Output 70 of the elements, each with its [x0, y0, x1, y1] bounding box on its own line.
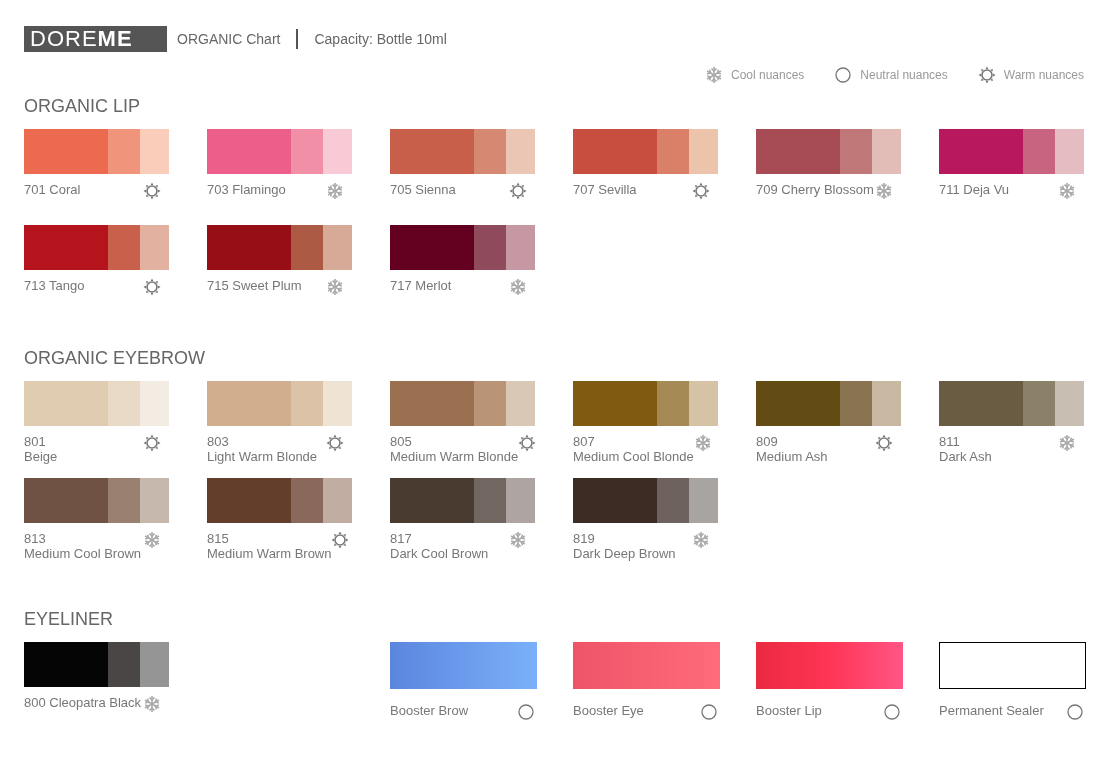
shade-name: Medium Cool Brown [24, 546, 142, 561]
section-title: EYELINER [24, 609, 115, 630]
chart-title: ORGANIC Chart [177, 31, 281, 47]
snowflake-icon [1058, 182, 1076, 200]
legend-label: Cool nuances [730, 68, 805, 82]
circle-icon [1066, 703, 1084, 721]
brand-logo: DOREME [24, 26, 167, 52]
shade-code: 817 [390, 531, 413, 546]
shade-name: 709 Cherry Blossom [756, 182, 874, 197]
shade-name: Light Warm Blonde [207, 449, 318, 464]
snowflake-icon [509, 278, 527, 296]
circle-icon [834, 66, 853, 84]
shade-name: Medium Ash [756, 449, 828, 464]
snowflake-icon [875, 182, 893, 200]
shade-code: 805 [390, 434, 413, 449]
product-name: Permanent Sealer [939, 703, 1044, 718]
sun-icon [326, 434, 344, 452]
legend-label: Neutral nuances [860, 68, 948, 82]
sun-icon [331, 531, 350, 549]
product-name: Booster Eye [573, 703, 644, 718]
shade-name: 707 Sevilla [573, 182, 637, 197]
sun-icon [143, 182, 161, 200]
shade-name: 713 Tango [24, 278, 85, 293]
shade-code: 811 [939, 434, 961, 449]
circle-icon [883, 703, 901, 721]
snowflake-icon [326, 278, 344, 296]
snowflake-icon [693, 434, 712, 452]
capacity-text: Capacity: Bottle 10ml [314, 31, 447, 47]
shade-name: 705 Sienna [390, 182, 456, 197]
snowflake-icon [704, 66, 723, 84]
sun-icon [143, 434, 161, 452]
shade-name: Beige [24, 449, 58, 464]
shade-name: 717 Merlot [390, 278, 452, 293]
section-title: ORGANIC EYEBROW [24, 348, 207, 369]
shade-code: 819 [573, 531, 596, 546]
product-name: Booster Lip [756, 703, 822, 718]
snowflake-icon [143, 695, 161, 713]
shade-code: 803 [207, 434, 230, 449]
shade-name: 701 Coral [24, 182, 81, 197]
shade-name: Medium Warm Blonde [390, 449, 519, 464]
shade-name: Medium Warm Brown [207, 546, 332, 561]
snowflake-icon [1058, 434, 1076, 452]
shade-code: 801 [24, 434, 47, 449]
shade-name: Dark Cool Brown [390, 546, 489, 561]
sun-icon [875, 434, 893, 452]
shade-code: 809 [756, 434, 779, 449]
sun-icon [977, 66, 996, 84]
shade-name: 715 Sweet Plum [207, 278, 302, 293]
snowflake-icon [143, 531, 161, 549]
shade-name: 800 Cleopatra Black [24, 695, 142, 710]
sun-icon [509, 182, 527, 200]
sun-icon [692, 182, 710, 200]
snowflake-icon [692, 531, 710, 549]
section-title: ORGANIC LIP [24, 96, 142, 117]
shade-name: Dark Deep Brown [573, 546, 676, 561]
shade-name: 703 Flamingo [207, 182, 286, 197]
shade-name: 711 Deja Vu [939, 182, 1010, 197]
snowflake-icon [509, 531, 527, 549]
legend-label: Warm nuances [1003, 68, 1084, 82]
snowflake-icon [326, 182, 344, 200]
sun-icon [143, 278, 161, 296]
circle-icon [517, 703, 535, 721]
shade-name: Dark Ash [939, 449, 992, 464]
shade-code: 815 [207, 531, 230, 546]
sun-icon [518, 434, 537, 452]
shade-name: Medium Cool Blonde [573, 449, 694, 464]
circle-icon [700, 703, 718, 721]
product-name: Booster Brow [390, 703, 469, 718]
shade-code: 813 [24, 531, 47, 546]
shade-code: 807 [573, 434, 596, 449]
